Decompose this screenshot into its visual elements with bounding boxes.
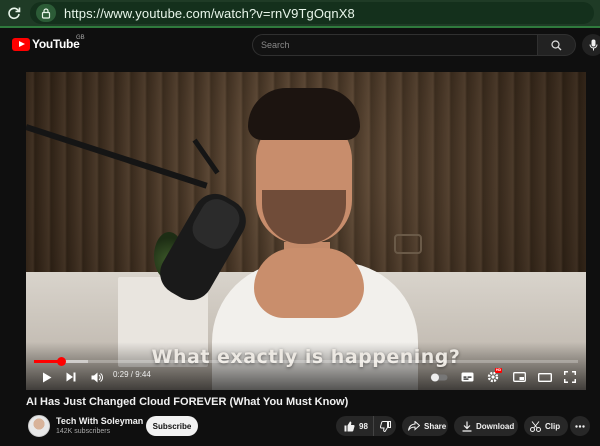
like-dislike-group: 98 [336,416,396,436]
autoplay-toggle[interactable] [428,368,450,386]
theater-mode-button[interactable] [536,368,554,386]
subtitle-caption: What exactly is happening? [151,346,461,368]
share-icon [408,421,420,431]
progress-bar[interactable] [34,357,578,366]
time-display: 0:29 / 9:44 [113,370,151,379]
clip-label: Clip [545,421,561,431]
subtitles-icon [461,372,473,382]
volume-icon [91,372,103,382]
browser-address-bar: https://www.youtube.com/watch?v=rnV9TgOq… [0,0,600,28]
search-button[interactable] [538,34,576,56]
settings-badge: HD [495,368,503,373]
thumbs-up-icon [344,421,355,431]
subscribe-button[interactable]: Subscribe [146,416,198,436]
youtube-play-logo-icon [12,37,30,51]
voice-search-button[interactable] [582,34,600,56]
next-icon [66,372,76,382]
play-button[interactable] [38,368,56,386]
search-icon [551,39,562,50]
lock-icon[interactable] [36,4,56,22]
youtube-logo[interactable]: YouTube GB [12,35,85,51]
share-label: Share [424,421,447,431]
more-actions-button[interactable] [570,416,590,436]
fullscreen-icon [564,371,576,383]
like-button[interactable]: 98 [336,416,374,436]
video-title: AI Has Just Changed Cloud FOREVER (What … [26,396,349,408]
theater-mode-icon [538,372,552,382]
more-horizontal-icon [575,424,585,428]
fullscreen-button[interactable] [561,368,579,386]
scissors-icon [530,420,541,432]
settings-button[interactable]: HD [484,368,503,386]
video-player[interactable]: What exactly is happening? 0:29 / 9:44 H… [26,72,586,390]
dislike-button[interactable] [374,420,396,432]
download-label: Download [476,421,515,431]
url-field[interactable]: https://www.youtube.com/watch?v=rnV9TgOq… [30,2,594,24]
thumbs-down-icon [379,420,391,432]
subscriber-count: 142K subscribers [56,428,111,435]
shelf-youtube-icon [394,234,422,254]
microphone-icon [589,39,597,51]
download-button[interactable]: Download [454,416,518,436]
volume-button[interactable] [88,368,106,386]
url-text[interactable]: https://www.youtube.com/watch?v=rnV9TgOq… [64,6,355,21]
channel-avatar[interactable] [28,415,50,437]
reload-icon[interactable] [0,0,28,27]
miniplayer-button[interactable] [510,368,528,386]
logo-text: YouTube [32,37,80,51]
search-input[interactable] [252,34,538,56]
channel-name[interactable]: Tech With Soleyman [56,416,143,426]
autoplay-toggle-icon [430,373,448,381]
next-button[interactable] [62,368,80,386]
miniplayer-icon [512,372,526,382]
download-icon [462,421,472,432]
like-count: 98 [359,421,368,431]
youtube-header: YouTube GB [0,30,600,60]
search-bar [252,34,576,56]
subtitles-button[interactable] [458,368,476,386]
play-icon [43,372,52,382]
clip-button[interactable]: Clip [524,416,568,436]
country-code: GB [76,35,85,41]
share-button[interactable]: Share [402,416,448,436]
